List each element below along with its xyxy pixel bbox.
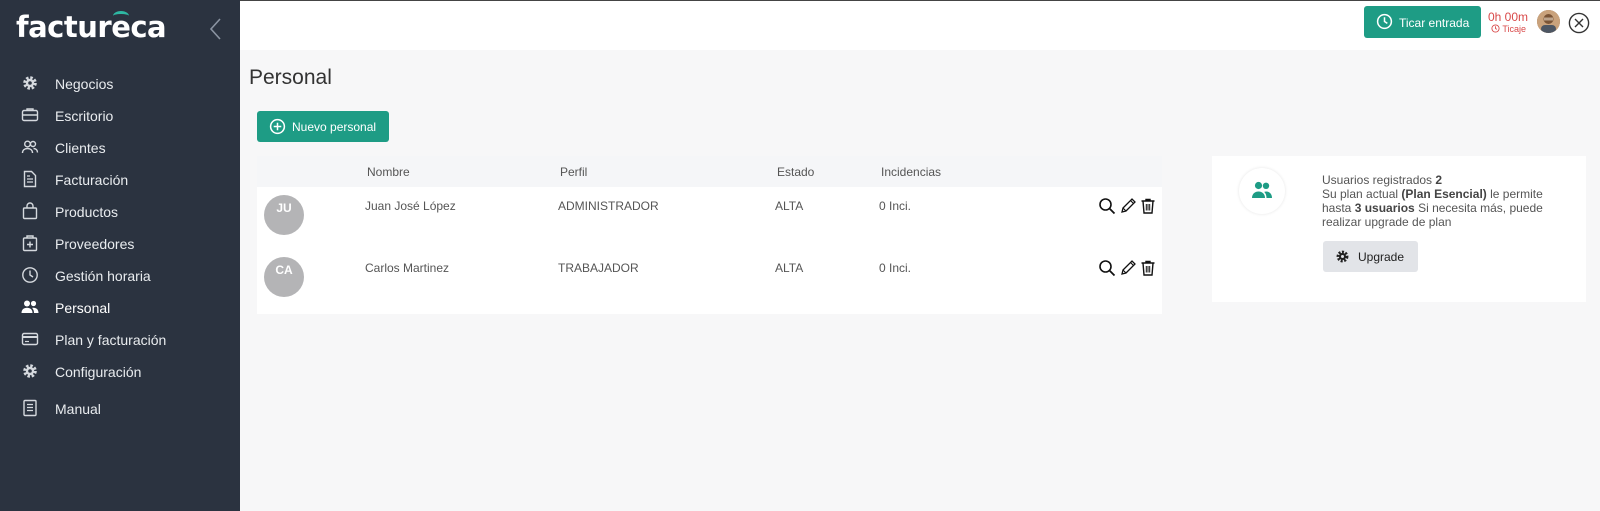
briefcase-icon (21, 108, 39, 122)
staff-name: Juan José López (365, 199, 456, 213)
sidebar-item-label: Escritorio (55, 108, 114, 124)
sidebar-item-label: Proveedores (55, 236, 135, 252)
sidebar-item-label: Clientes (55, 140, 106, 156)
sidebar-item-label: Plan y facturación (55, 332, 167, 348)
sidebar-item-clientes[interactable]: Clientes (0, 132, 240, 162)
sidebar-item-productos[interactable]: Productos (0, 196, 240, 226)
new-staff-label: Nuevo personal (292, 120, 377, 134)
staff-incidents: 0 Inci. (879, 199, 912, 213)
delete-icon[interactable] (1139, 197, 1157, 215)
search-icon[interactable] (1098, 259, 1116, 277)
plan-info-text: Usuarios registrados 2 Su plan actual (P… (1322, 173, 1543, 229)
sidebar-item-escritorio[interactable]: Escritorio (0, 100, 240, 130)
sidebar-item-label: Configuración (55, 364, 142, 380)
sidebar-item-label: Productos (55, 204, 119, 220)
timer-display: 0h 00m (1488, 10, 1529, 24)
manual-icon (23, 399, 37, 417)
table-row[interactable]: CA Carlos Martinez TRABAJADOR ALTA 0 Inc… (257, 250, 1162, 312)
column-header-estado[interactable]: Estado (777, 165, 814, 179)
delete-icon[interactable] (1139, 259, 1157, 277)
box-plus-icon (22, 235, 38, 252)
search-icon[interactable] (1098, 197, 1116, 215)
page-title: Personal (249, 66, 332, 89)
collapse-sidebar-icon[interactable] (208, 17, 230, 43)
plan-info-card: Usuarios registrados 2 Su plan actual (P… (1212, 156, 1586, 302)
logo[interactable]: factureca (16, 10, 167, 44)
sidebar-item-label: Personal (55, 300, 111, 316)
column-header-perfil[interactable]: Perfil (560, 165, 587, 179)
column-header-nombre[interactable]: Nombre (367, 165, 410, 179)
column-header-incidencias[interactable]: Incidencias (881, 165, 941, 179)
users-icon (21, 140, 39, 154)
team-icon (1239, 168, 1285, 214)
avatar: CA (264, 257, 304, 297)
gear-icon (23, 364, 37, 378)
document-icon (23, 170, 37, 188)
clock-icon (1491, 24, 1500, 33)
staff-table: Nombre Perfil Estado Incidencias JU Juan… (257, 156, 1162, 314)
sidebar-item-label: Gestión horaria (55, 268, 151, 284)
sidebar-item-negocios[interactable]: Negocios (0, 68, 240, 98)
gear-icon (1336, 250, 1349, 263)
staff-status: ALTA (775, 199, 804, 213)
sidebar-item-facturacion[interactable]: Facturación (0, 164, 240, 194)
sidebar-item-proveedores[interactable]: Proveedores (0, 228, 240, 258)
sidebar-item-configuracion[interactable]: Configuración (0, 356, 240, 386)
edit-icon[interactable] (1119, 197, 1137, 215)
gear-icon (23, 76, 37, 90)
bag-icon (22, 202, 38, 220)
table-row[interactable]: JU Juan José López ADMINISTRADOR ALTA 0 … (257, 188, 1162, 250)
sidebar-item-plan-facturacion[interactable]: Plan y facturación (0, 324, 240, 354)
staff-name: Carlos Martinez (365, 261, 450, 275)
sidebar-item-label: Negocios (55, 76, 114, 92)
sidebar-item-gestion-horaria[interactable]: Gestión horaria (0, 260, 240, 290)
staff-status: ALTA (775, 261, 804, 275)
staff-profile: ADMINISTRADOR (558, 199, 659, 213)
avatar: JU (264, 195, 304, 235)
plus-circle-icon (269, 118, 286, 135)
sidebar-item-personal[interactable]: Personal (0, 292, 240, 322)
ticaje-label: Ticaje (1491, 24, 1526, 34)
upgrade-button[interactable]: Upgrade (1323, 241, 1418, 272)
user-avatar[interactable] (1537, 10, 1560, 33)
edit-icon[interactable] (1119, 259, 1137, 277)
clock-in-label: Ticar entrada (1399, 16, 1470, 30)
sidebar-item-label: Manual (55, 401, 101, 417)
team-icon (21, 300, 39, 313)
clock-in-button[interactable]: Ticar entrada (1364, 6, 1481, 38)
upgrade-label: Upgrade (1358, 250, 1405, 264)
new-staff-button[interactable]: Nuevo personal (257, 111, 389, 142)
sidebar: factureca Negocios Escritorio Clientes F… (0, 0, 240, 511)
sidebar-item-label: Facturación (55, 172, 129, 188)
credit-card-icon (21, 332, 39, 346)
sidebar-item-manual[interactable]: Manual (0, 393, 240, 423)
staff-incidents: 0 Inci. (879, 261, 912, 275)
table-header: Nombre Perfil Estado Incidencias (257, 156, 1162, 187)
clock-icon (1376, 13, 1393, 30)
close-icon[interactable] (1568, 12, 1590, 34)
staff-profile: TRABAJADOR (558, 261, 639, 275)
clock-icon (22, 267, 38, 283)
